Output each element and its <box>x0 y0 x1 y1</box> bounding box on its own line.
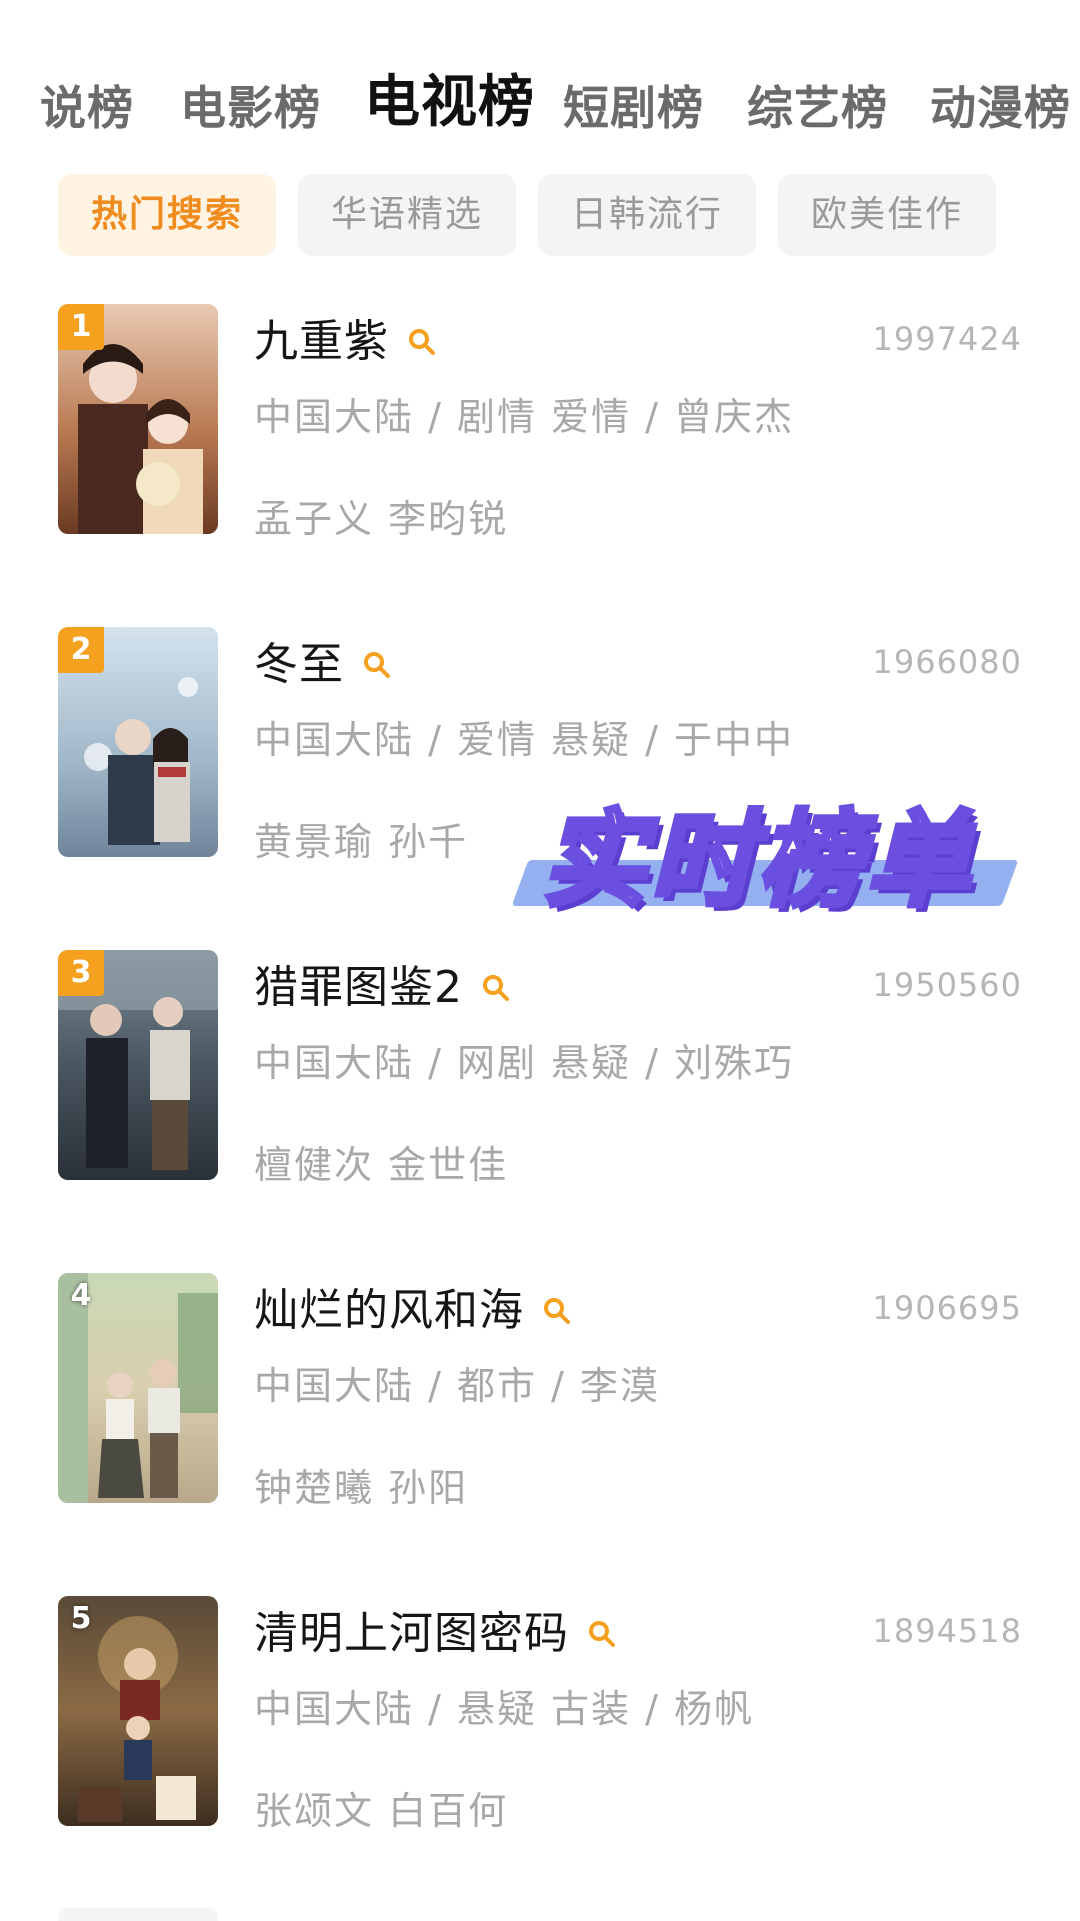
poster-image[interactable]: 2 <box>58 627 218 857</box>
tab-tv-chart[interactable]: 电视榜 <box>364 68 535 138</box>
item-meta: 中国大陆 / 爱情 悬疑 / 于中中 <box>254 718 795 762</box>
item-title[interactable]: 猎罪图鉴2 <box>254 958 463 1018</box>
list-item[interactable]: 5 清明上河图密码 1894518 中国大陆 / 悬疑 古装 / 杨帆 张颂文 … <box>0 1596 1080 1836</box>
item-cast: 黄景瑜 孙千 <box>254 820 469 864</box>
banner-text: 实时榜单 <box>539 797 975 924</box>
list-item[interactable]: 4 灿烂的风和海 1906695 中国大陆 / 都市 / 李漠 钟楚曦 孙阳 <box>0 1273 1080 1513</box>
search-icon[interactable] <box>362 650 392 680</box>
title-row: 冬至 <box>254 635 392 695</box>
rank-badge: 4 <box>70 1278 92 1313</box>
filter-jp-kr-popular[interactable]: 日韩流行 <box>538 174 756 256</box>
heat-count: 1906695 <box>872 1289 1022 1327</box>
realtime-chart-banner: 实时榜单 <box>511 790 1020 940</box>
item-meta: 中国大陆 / 都市 / 李漠 <box>254 1364 660 1408</box>
item-meta: 中国大陆 / 剧情 爱情 / 曾庆杰 <box>254 395 795 439</box>
item-title[interactable]: 灿烂的风和海 <box>254 1281 524 1341</box>
title-row: 清明上河图密码 <box>254 1604 617 1664</box>
list-item[interactable]: 3 猎罪图鉴2 1950560 中国大陆 / 网剧 悬疑 / 刘殊巧 檀健次 金… <box>0 950 1080 1190</box>
poster-image[interactable]: 4 <box>58 1273 218 1503</box>
poster-image[interactable]: 1 <box>58 304 218 534</box>
item-title[interactable]: 九重紫 <box>254 312 389 372</box>
next-item-peek <box>58 1908 218 1921</box>
item-meta: 中国大陆 / 网剧 悬疑 / 刘殊巧 <box>254 1041 795 1085</box>
item-meta: 中国大陆 / 悬疑 古装 / 杨帆 <box>254 1687 755 1731</box>
rank-badge: 5 <box>70 1601 92 1636</box>
search-icon[interactable] <box>542 1296 572 1326</box>
poster-image[interactable]: 5 <box>58 1596 218 1826</box>
heat-count: 1966080 <box>872 643 1022 681</box>
filter-chinese-picks[interactable]: 华语精选 <box>298 174 516 256</box>
filter-hot-search[interactable]: 热门搜索 <box>58 174 276 256</box>
rank-badge: 3 <box>58 950 104 996</box>
title-row: 灿烂的风和海 <box>254 1281 572 1341</box>
item-title[interactable]: 清明上河图密码 <box>254 1604 569 1664</box>
item-cast: 张颂文 白百何 <box>254 1789 509 1833</box>
poster-image[interactable]: 3 <box>58 950 218 1180</box>
tab-anime-chart[interactable]: 动漫榜 <box>930 78 1071 138</box>
item-cast: 孟子义 李昀锐 <box>254 497 509 541</box>
item-cast: 檀健次 金世佳 <box>254 1143 509 1187</box>
search-icon[interactable] <box>481 973 511 1003</box>
heat-count: 1950560 <box>872 966 1022 1004</box>
tab-short-drama-chart[interactable]: 短剧榜 <box>563 78 704 138</box>
category-tabs: 说榜 电影榜 电视榜 短剧榜 综艺榜 动漫榜 <box>0 60 1080 150</box>
item-cast: 钟楚曦 孙阳 <box>254 1466 469 1510</box>
title-row: 猎罪图鉴2 <box>254 958 511 1018</box>
rank-badge: 1 <box>58 304 104 350</box>
heat-count: 1997424 <box>872 320 1022 358</box>
rank-badge: 2 <box>58 627 104 673</box>
heat-count: 1894518 <box>872 1612 1022 1650</box>
tab-movie-chart[interactable]: 电影榜 <box>180 78 321 138</box>
title-row: 九重紫 <box>254 312 437 372</box>
list-item[interactable]: 1 九重紫 1997424 中国大陆 / 剧情 爱情 / 曾庆杰 孟子义 李昀锐 <box>0 304 1080 544</box>
search-icon[interactable] <box>407 327 437 357</box>
tab-variety-chart[interactable]: 综艺榜 <box>747 78 888 138</box>
filter-western-picks[interactable]: 欧美佳作 <box>778 174 996 256</box>
tab-partial[interactable]: 说榜 <box>40 78 134 138</box>
search-icon[interactable] <box>587 1619 617 1649</box>
item-title[interactable]: 冬至 <box>254 635 344 695</box>
